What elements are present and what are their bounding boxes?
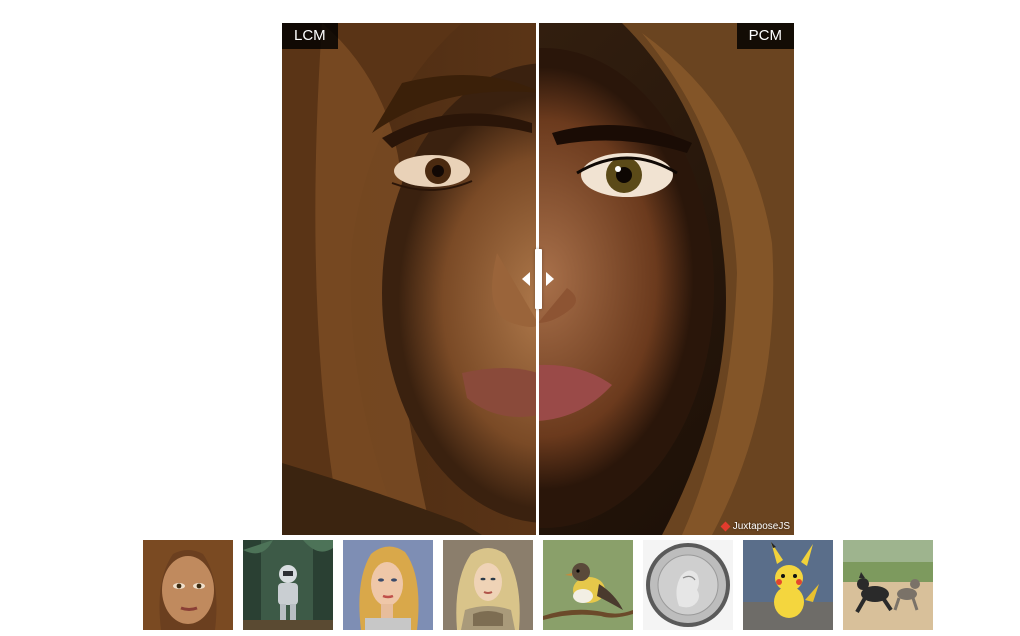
pcm-image (538, 23, 794, 535)
arrow-right-icon (546, 272, 554, 286)
elf-warrior-thumbnail[interactable] (443, 540, 533, 630)
astronaut-forest-thumbnail[interactable] (243, 540, 333, 630)
pcm-label: PCM (736, 23, 794, 49)
juxtapose-credit[interactable]: JuxtaposeJS (720, 521, 790, 532)
silver-coin-thumbnail[interactable] (643, 540, 733, 630)
woman-headscarf-thumbnail[interactable] (143, 540, 233, 630)
juxtapose-logo-icon (720, 521, 731, 532)
bird-on-branch-thumbnail[interactable] (543, 540, 633, 630)
image-comparison-slider[interactable]: LCM PCM JuxtaposeJS (282, 23, 794, 535)
lcm-image (282, 23, 538, 535)
dog-and-cat-running-thumbnail[interactable] (843, 540, 933, 630)
slider-handle-icon[interactable] (522, 247, 554, 311)
blonde-woman-thumbnail[interactable] (343, 540, 433, 630)
lcm-label: LCM (282, 23, 338, 49)
handle-knob[interactable] (535, 249, 542, 309)
arrow-left-icon (522, 272, 530, 286)
pikachu-thumbnail[interactable] (743, 540, 833, 630)
thumbnail-strip (143, 540, 933, 630)
credit-text: JuxtaposeJS (732, 521, 790, 532)
